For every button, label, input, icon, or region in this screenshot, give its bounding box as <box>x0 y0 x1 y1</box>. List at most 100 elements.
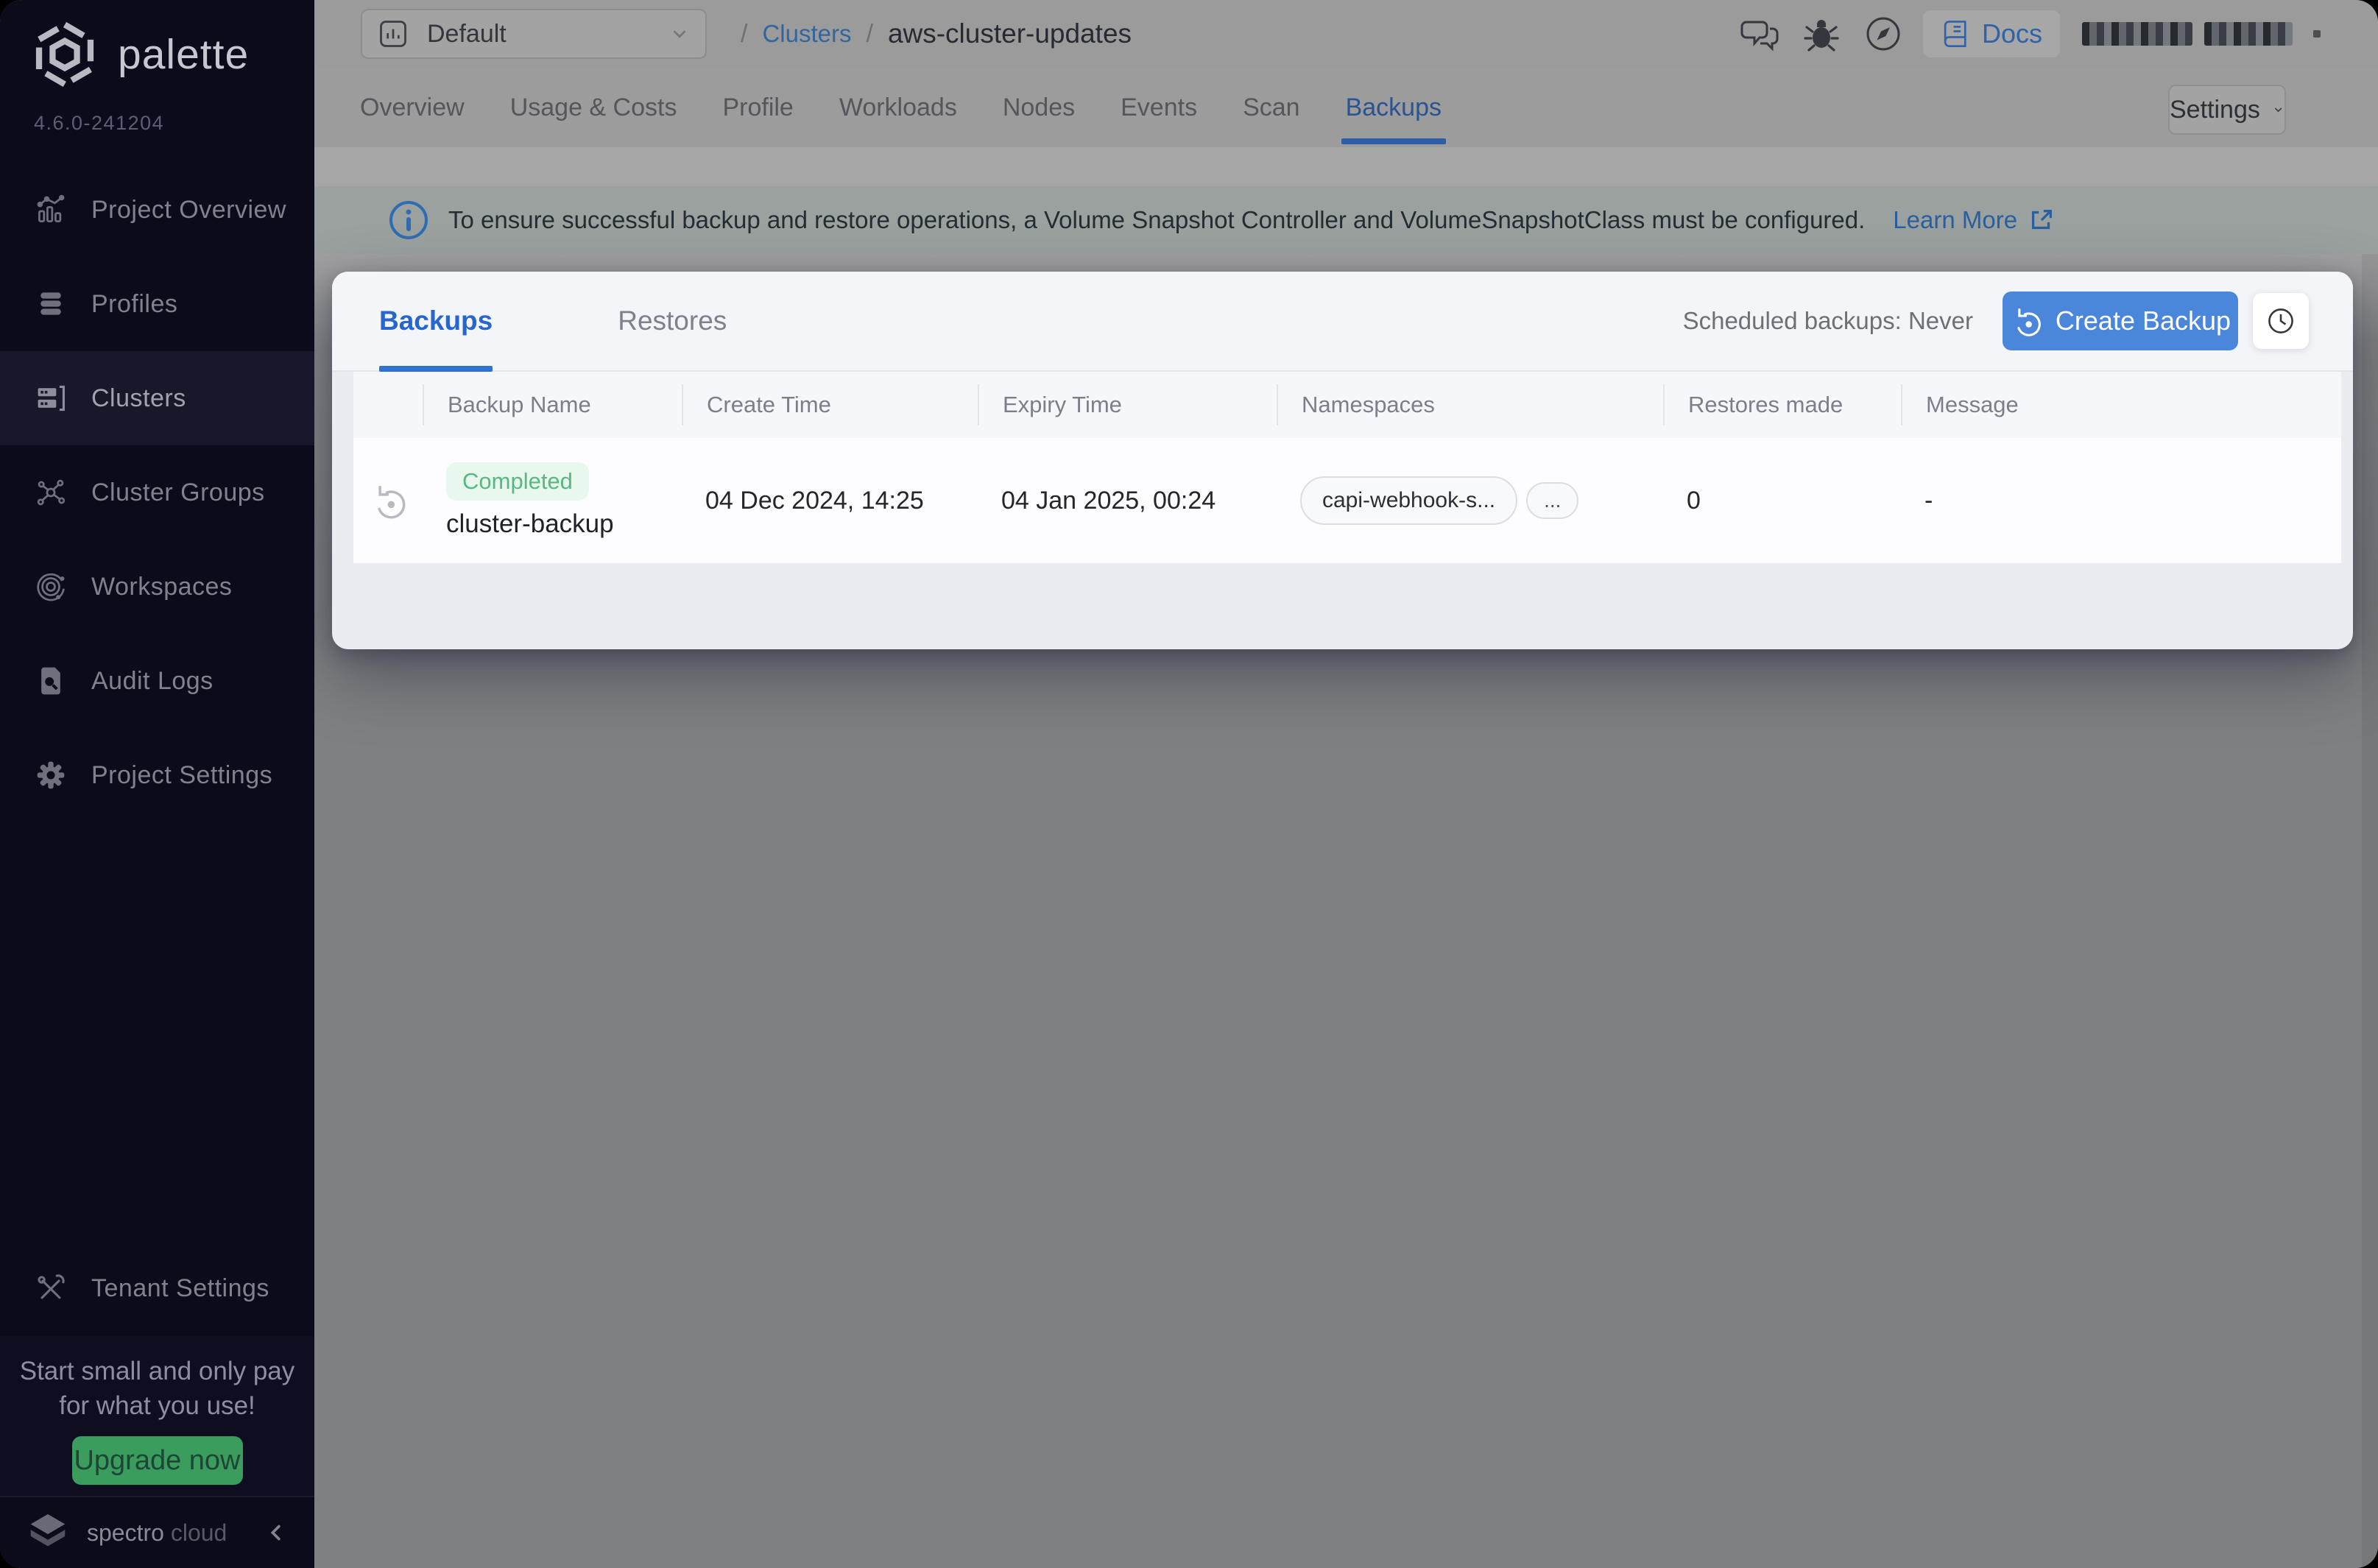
breadcrumb-separator: / <box>866 19 873 48</box>
panel-header-actions: Scheduled backups: Never Create Backup <box>1683 292 2309 350</box>
message-cell: - <box>1924 486 1933 515</box>
book-icon <box>1944 21 1966 47</box>
backups-panel-header: Backups Restores Scheduled backups: Neve… <box>332 272 2353 372</box>
learn-more-link[interactable]: Learn More <box>1893 206 2056 234</box>
learn-more-label: Learn More <box>1893 206 2018 233</box>
top-bar: Default / Clusters / aws-cluster-updates <box>314 0 2378 68</box>
redacted-username[interactable] <box>2082 22 2192 46</box>
sidebar-item-clusters[interactable]: Clusters <box>0 351 314 445</box>
project-scope-icon <box>380 21 406 47</box>
backups-table: Backup Name Create Time Expiry Time Name… <box>353 372 2341 563</box>
version-label: 4.6.0-241204 <box>34 112 165 134</box>
sidebar-item-audit-logs[interactable]: Audit Logs <box>0 634 314 728</box>
tab-workloads[interactable]: Workloads <box>839 68 957 147</box>
column-header-create-time: Create Time <box>682 384 978 425</box>
promo-line-2: for what you use! <box>59 1391 255 1420</box>
report-bug-icon[interactable] <box>1801 13 1842 54</box>
docs-button[interactable]: Docs <box>1922 10 2060 57</box>
create-backup-button[interactable]: Create Backup <box>2003 292 2238 350</box>
servers-icon <box>35 382 67 414</box>
sidebar-item-label: Cluster Groups <box>91 478 265 506</box>
tab-profile[interactable]: Profile <box>722 68 793 147</box>
column-header-message: Message <box>1901 384 2341 425</box>
sidebar-item-workspaces[interactable]: Workspaces <box>0 540 314 634</box>
backups-panel: Backups Restores Scheduled backups: Neve… <box>332 272 2353 649</box>
palette-logo-icon <box>35 21 94 88</box>
sidebar-nav: Project Overview Profiles Clusters Clust… <box>0 163 314 822</box>
restore-backup-icon[interactable] <box>369 481 407 520</box>
explore-compass-icon[interactable] <box>1863 13 1904 54</box>
namespace-chip[interactable]: capi-webhook-s... <box>1300 476 1518 525</box>
sidebar-item-project-overview[interactable]: Project Overview <box>0 163 314 257</box>
app-window: palette 4.6.0-241204 Project Overview Pr… <box>0 0 2378 1568</box>
brand-word-cloud: cloud <box>170 1519 227 1546</box>
tab-usage-costs[interactable]: Usage & Costs <box>510 68 677 147</box>
project-selector-value: Default <box>427 19 507 48</box>
panel-tab-restores[interactable]: Restores <box>618 272 727 370</box>
row-actions-cell <box>353 481 423 520</box>
schedule-backup-button[interactable] <box>2253 293 2309 349</box>
backup-name[interactable]: cluster-backup <box>446 509 614 539</box>
sidebar-item-label: Workspaces <box>91 572 233 601</box>
breadcrumb-current-cluster: aws-cluster-updates <box>887 18 1132 49</box>
promo-line-1: Start small and only pay <box>19 1357 295 1385</box>
redacted-username[interactable] <box>2204 22 2293 46</box>
sidebar-item-project-settings[interactable]: Project Settings <box>0 728 314 822</box>
tab-overview[interactable]: Overview <box>360 68 465 147</box>
upgrade-now-button[interactable]: Upgrade now <box>71 1436 243 1485</box>
tab-nodes[interactable]: Nodes <box>1003 68 1075 147</box>
sidebar-tenant-section: Tenant Settings <box>0 1241 314 1335</box>
create-backup-label: Create Backup <box>2055 306 2231 336</box>
settings-label: Settings <box>2170 95 2260 124</box>
scheduled-backups-status: Scheduled backups: Never <box>1682 307 1973 334</box>
column-header-restores-made: Restores made <box>1663 384 1901 425</box>
column-header-actions <box>353 384 423 425</box>
sidebar-item-label: Project Settings <box>91 760 273 789</box>
chevron-down-icon <box>2274 107 2282 113</box>
tab-scan[interactable]: Scan <box>1243 68 1300 147</box>
tabs-underlay <box>314 147 2378 186</box>
namespace-overflow-chip[interactable]: ... <box>1526 482 1579 519</box>
main-content: Default / Clusters / aws-cluster-updates <box>314 0 2378 1568</box>
layers-icon <box>35 288 67 320</box>
cluster-settings-button[interactable]: Settings <box>2168 85 2286 135</box>
sidebar-item-cluster-groups[interactable]: Cluster Groups <box>0 445 314 540</box>
feedback-chat-icon[interactable] <box>1740 13 1782 54</box>
column-header-expiry-time: Expiry Time <box>978 384 1277 425</box>
sidebar-item-tenant-settings[interactable]: Tenant Settings <box>0 1241 314 1335</box>
column-header-backup-name: Backup Name <box>423 384 682 425</box>
breadcrumb-separator: / <box>741 19 748 48</box>
spectro-cloud-logo-icon <box>30 1514 66 1547</box>
user-menu-caret[interactable] <box>2313 30 2321 38</box>
sidebar-item-label: Audit Logs <box>91 666 214 695</box>
sidebar-item-label: Tenant Settings <box>91 1274 269 1302</box>
breadcrumb: / Clusters / aws-cluster-updates <box>741 18 1132 49</box>
doc-search-icon <box>35 665 67 697</box>
brand-logo: palette <box>31 21 249 88</box>
sidebar: palette 4.6.0-241204 Project Overview Pr… <box>0 0 314 1568</box>
brand-name: palette <box>118 31 250 78</box>
sidebar-footer: spectro cloud <box>0 1496 314 1568</box>
restores-made-cell: 0 <box>1687 486 1701 515</box>
collapse-sidebar-icon[interactable] <box>264 1520 289 1545</box>
panel-tab-backups[interactable]: Backups <box>379 272 493 372</box>
cluster-tabs: Overview Usage & Costs Profile Workloads… <box>314 68 2378 147</box>
sidebar-item-profiles[interactable]: Profiles <box>0 257 314 351</box>
banner-message: To ensure successful backup and restore … <box>448 206 1866 233</box>
spectro-cloud-wordmark: spectro cloud <box>87 1519 227 1547</box>
tools-icon <box>35 1272 67 1304</box>
backup-restore-icon <box>2017 308 2041 336</box>
project-selector[interactable]: Default <box>361 9 707 59</box>
bar-chart-icon <box>35 194 67 226</box>
tab-events[interactable]: Events <box>1121 68 1197 147</box>
scrollbar-track[interactable] <box>2362 254 2378 1568</box>
brand-word-spectro: spectro <box>87 1519 164 1546</box>
breadcrumb-link-clusters[interactable]: Clusters <box>762 20 851 48</box>
chevron-down-icon <box>673 30 686 38</box>
docs-label: Docs <box>1981 18 2042 49</box>
tab-backups[interactable]: Backups <box>1341 68 1447 147</box>
sidebar-item-label: Profiles <box>91 289 178 318</box>
namespaces-cell: capi-webhook-s... ... <box>1277 476 1663 525</box>
external-link-icon <box>2032 210 2053 230</box>
status-badge: Completed <box>446 462 589 501</box>
